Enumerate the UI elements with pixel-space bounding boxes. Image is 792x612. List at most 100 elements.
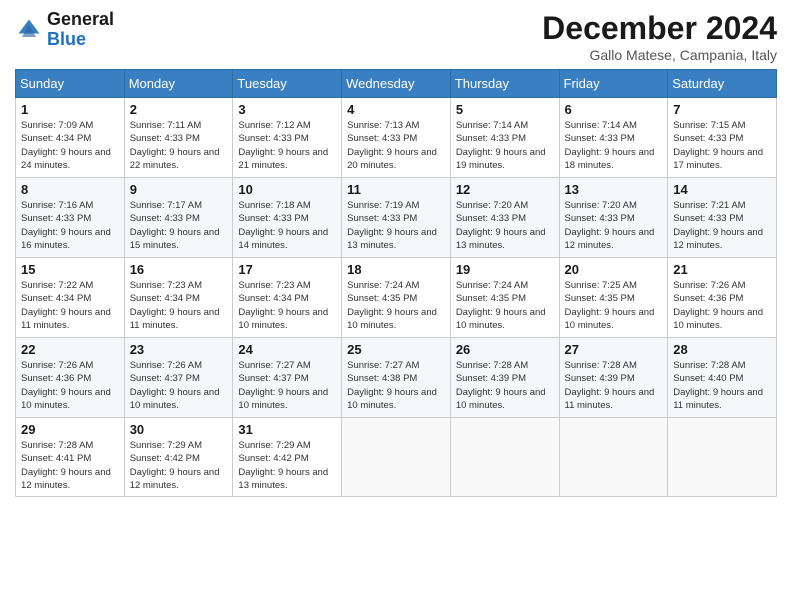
day-info: Sunrise: 7:21 AMSunset: 4:33 PMDaylight:… (673, 199, 771, 252)
logo-general: General (47, 9, 114, 29)
calendar-cell: 10 Sunrise: 7:18 AMSunset: 4:33 PMDayligh… (233, 178, 342, 258)
day-number: 27 (565, 342, 663, 357)
calendar-cell: 24 Sunrise: 7:27 AMSunset: 4:37 PMDayligh… (233, 338, 342, 418)
calendar-cell (668, 418, 777, 497)
calendar-cell: 11 Sunrise: 7:19 AMSunset: 4:33 PMDayligh… (342, 178, 451, 258)
day-number: 9 (130, 182, 228, 197)
calendar-cell: 8 Sunrise: 7:16 AMSunset: 4:33 PMDaylight… (16, 178, 125, 258)
day-number: 4 (347, 102, 445, 117)
logo-icon (15, 16, 43, 44)
day-info: Sunrise: 7:14 AMSunset: 4:33 PMDaylight:… (565, 119, 663, 172)
calendar-cell: 4 Sunrise: 7:13 AMSunset: 4:33 PMDaylight… (342, 98, 451, 178)
calendar-cell: 23 Sunrise: 7:26 AMSunset: 4:37 PMDayligh… (124, 338, 233, 418)
day-number: 31 (238, 422, 336, 437)
day-info: Sunrise: 7:28 AMSunset: 4:41 PMDaylight:… (21, 439, 119, 492)
header: General Blue December 2024 Gallo Matese,… (15, 10, 777, 63)
weekday-header-friday: Friday (559, 70, 668, 98)
day-number: 7 (673, 102, 771, 117)
day-info: Sunrise: 7:26 AMSunset: 4:37 PMDaylight:… (130, 359, 228, 412)
calendar-cell: 7 Sunrise: 7:15 AMSunset: 4:33 PMDaylight… (668, 98, 777, 178)
calendar-cell: 16 Sunrise: 7:23 AMSunset: 4:34 PMDayligh… (124, 258, 233, 338)
day-info: Sunrise: 7:14 AMSunset: 4:33 PMDaylight:… (456, 119, 554, 172)
calendar-cell: 6Sunrise: 7:14 AMSunset: 4:33 PMDaylight… (559, 98, 668, 178)
calendar-cell (342, 418, 451, 497)
day-number: 25 (347, 342, 445, 357)
day-info: Sunrise: 7:23 AMSunset: 4:34 PMDaylight:… (130, 279, 228, 332)
calendar-cell: 18Sunrise: 7:24 AMSunset: 4:35 PMDayligh… (342, 258, 451, 338)
day-number: 19 (456, 262, 554, 277)
calendar-cell: 15 Sunrise: 7:22 AMSunset: 4:34 PMDayligh… (16, 258, 125, 338)
day-number: 2 (130, 102, 228, 117)
day-info: Sunrise: 7:24 AMSunset: 4:35 PMDaylight:… (456, 279, 554, 332)
calendar-cell: 9 Sunrise: 7:17 AMSunset: 4:33 PMDaylight… (124, 178, 233, 258)
calendar-cell: 5 Sunrise: 7:14 AMSunset: 4:33 PMDaylight… (450, 98, 559, 178)
day-number: 29 (21, 422, 119, 437)
day-info: Sunrise: 7:15 AMSunset: 4:33 PMDaylight:… (673, 119, 771, 172)
weekday-header-sunday: Sunday (16, 70, 125, 98)
calendar-table: SundayMondayTuesdayWednesdayThursdayFrid… (15, 69, 777, 497)
day-info: Sunrise: 7:16 AMSunset: 4:33 PMDaylight:… (21, 199, 119, 252)
day-number: 14 (673, 182, 771, 197)
day-info: Sunrise: 7:17 AMSunset: 4:33 PMDaylight:… (130, 199, 228, 252)
day-number: 28 (673, 342, 771, 357)
day-number: 11 (347, 182, 445, 197)
calendar-cell: 1Sunrise: 7:09 AMSunset: 4:34 PMDaylight… (16, 98, 125, 178)
calendar-cell: 31 Sunrise: 7:29 AMSunset: 4:42 PMDayligh… (233, 418, 342, 497)
calendar-cell: 14 Sunrise: 7:21 AMSunset: 4:33 PMDayligh… (668, 178, 777, 258)
location: Gallo Matese, Campania, Italy (542, 47, 777, 63)
day-number: 1 (21, 102, 119, 117)
day-info: Sunrise: 7:28 AMSunset: 4:39 PMDaylight:… (456, 359, 554, 412)
day-number: 20 (565, 262, 663, 277)
day-number: 10 (238, 182, 336, 197)
month-title: December 2024 (542, 10, 777, 47)
day-number: 21 (673, 262, 771, 277)
day-number: 15 (21, 262, 119, 277)
calendar-cell (450, 418, 559, 497)
day-info: Sunrise: 7:18 AMSunset: 4:33 PMDaylight:… (238, 199, 336, 252)
day-number: 18 (347, 262, 445, 277)
day-number: 5 (456, 102, 554, 117)
day-info: Sunrise: 7:25 AMSunset: 4:35 PMDaylight:… (565, 279, 663, 332)
calendar-cell: 25 Sunrise: 7:27 AMSunset: 4:38 PMDayligh… (342, 338, 451, 418)
day-info: Sunrise: 7:20 AMSunset: 4:33 PMDaylight:… (565, 199, 663, 252)
calendar-cell (559, 418, 668, 497)
day-info: Sunrise: 7:27 AMSunset: 4:37 PMDaylight:… (238, 359, 336, 412)
calendar-cell: 19 Sunrise: 7:24 AMSunset: 4:35 PMDayligh… (450, 258, 559, 338)
title-area: December 2024 Gallo Matese, Campania, It… (542, 10, 777, 63)
calendar-cell: 27 Sunrise: 7:28 AMSunset: 4:39 PMDayligh… (559, 338, 668, 418)
day-info: Sunrise: 7:13 AMSunset: 4:33 PMDaylight:… (347, 119, 445, 172)
calendar-cell: 3Sunrise: 7:12 AMSunset: 4:33 PMDaylight… (233, 98, 342, 178)
logo-blue: Blue (47, 29, 86, 49)
weekday-header-thursday: Thursday (450, 70, 559, 98)
calendar-cell: 29 Sunrise: 7:28 AMSunset: 4:41 PMDayligh… (16, 418, 125, 497)
day-info: Sunrise: 7:26 AMSunset: 4:36 PMDaylight:… (673, 279, 771, 332)
day-info: Sunrise: 7:29 AMSunset: 4:42 PMDaylight:… (238, 439, 336, 492)
logo-text: General Blue (47, 10, 114, 50)
day-number: 26 (456, 342, 554, 357)
day-number: 16 (130, 262, 228, 277)
day-info: Sunrise: 7:20 AMSunset: 4:33 PMDaylight:… (456, 199, 554, 252)
weekday-header-wednesday: Wednesday (342, 70, 451, 98)
day-number: 22 (21, 342, 119, 357)
day-number: 23 (130, 342, 228, 357)
day-info: Sunrise: 7:11 AMSunset: 4:33 PMDaylight:… (130, 119, 228, 172)
day-number: 30 (130, 422, 228, 437)
day-info: Sunrise: 7:28 AMSunset: 4:40 PMDaylight:… (673, 359, 771, 412)
day-info: Sunrise: 7:22 AMSunset: 4:34 PMDaylight:… (21, 279, 119, 332)
logo: General Blue (15, 10, 114, 50)
day-info: Sunrise: 7:29 AMSunset: 4:42 PMDaylight:… (130, 439, 228, 492)
calendar-container: General Blue December 2024 Gallo Matese,… (0, 0, 792, 612)
day-info: Sunrise: 7:23 AMSunset: 4:34 PMDaylight:… (238, 279, 336, 332)
calendar-cell: 28 Sunrise: 7:28 AMSunset: 4:40 PMDayligh… (668, 338, 777, 418)
day-info: Sunrise: 7:19 AMSunset: 4:33 PMDaylight:… (347, 199, 445, 252)
calendar-cell: 22 Sunrise: 7:26 AMSunset: 4:36 PMDayligh… (16, 338, 125, 418)
calendar-cell: 2 Sunrise: 7:11 AMSunset: 4:33 PMDaylight… (124, 98, 233, 178)
day-number: 8 (21, 182, 119, 197)
day-number: 13 (565, 182, 663, 197)
day-info: Sunrise: 7:12 AMSunset: 4:33 PMDaylight:… (238, 119, 336, 172)
day-info: Sunrise: 7:28 AMSunset: 4:39 PMDaylight:… (565, 359, 663, 412)
day-info: Sunrise: 7:26 AMSunset: 4:36 PMDaylight:… (21, 359, 119, 412)
day-number: 24 (238, 342, 336, 357)
calendar-cell: 17Sunrise: 7:23 AMSunset: 4:34 PMDayligh… (233, 258, 342, 338)
day-info: Sunrise: 7:27 AMSunset: 4:38 PMDaylight:… (347, 359, 445, 412)
